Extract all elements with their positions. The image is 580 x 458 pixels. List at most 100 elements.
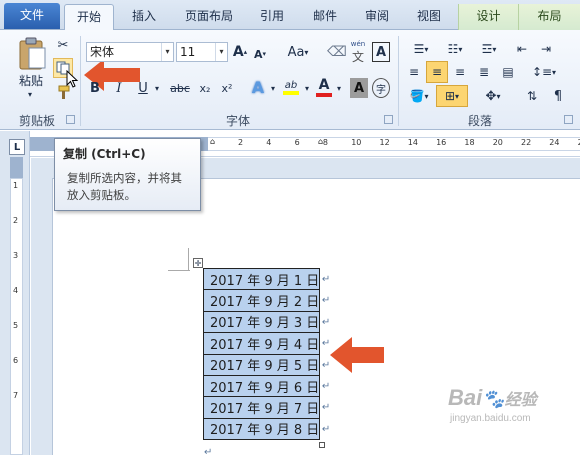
paste-button[interactable] bbox=[14, 34, 50, 72]
ruler-number: 22 bbox=[521, 138, 532, 147]
decrease-indent-icon[interactable]: ⇤ bbox=[512, 40, 532, 58]
font-size-combo[interactable]: 11 ▾ bbox=[176, 42, 228, 62]
paste-dropdown-icon[interactable]: ▾ bbox=[18, 88, 42, 100]
tab-page-layout[interactable]: 页面布局 bbox=[176, 4, 242, 30]
cut-icon[interactable]: ✂ bbox=[54, 36, 72, 54]
font-name-combo[interactable]: 宋体 ▾ bbox=[86, 42, 174, 62]
table-row[interactable]: 2017 年 9 月 6 日 ↵ bbox=[202, 374, 330, 398]
ribbon-tab-bar: 文件 开始 插入 页面布局 引用 邮件 审阅 视图 设计 布局 bbox=[0, 0, 580, 31]
change-case-icon[interactable]: Aa ▾ bbox=[286, 42, 310, 62]
font-launcher-icon[interactable] bbox=[384, 115, 393, 124]
ruler-number: 16 bbox=[436, 138, 447, 147]
char-border-icon[interactable]: A bbox=[372, 42, 390, 62]
ruler-number: 2 bbox=[238, 138, 244, 147]
table-row[interactable]: 2017 年 9 月 4 日 ↵ bbox=[202, 332, 330, 355]
tab-insert[interactable]: 插入 bbox=[120, 4, 168, 30]
table-cell[interactable]: 2017 年 9 月 2 日 ↵ bbox=[202, 289, 330, 312]
text-effect-dropdown-icon[interactable]: ▾ bbox=[268, 78, 278, 98]
show-marks-icon[interactable]: ¶ bbox=[548, 86, 568, 106]
shrink-font-icon[interactable]: A ▾ bbox=[252, 44, 268, 64]
watermark-brand2: 经验 bbox=[504, 392, 537, 409]
highlight-dropdown-icon[interactable]: ▾ bbox=[302, 78, 312, 98]
table-row[interactable]: 2017 年 9 月 7 日 ↵ bbox=[202, 396, 330, 419]
tab-references[interactable]: 引用 bbox=[250, 4, 294, 30]
paragraph-mark-icon: ↵ bbox=[204, 447, 213, 458]
ribbon-body: 粘贴 ▾ ✂ 剪贴板 宋体 ▾ 11 ▾ A ▴ A ▾ Aa ▾ ⌫ wén 文 A B … bbox=[0, 30, 580, 130]
vertical-ruler-number: 5 bbox=[13, 321, 19, 330]
cell-end-mark-icon: ↵ bbox=[321, 316, 331, 328]
cell-text: 2017 年 9 月 1 日 bbox=[210, 273, 320, 289]
multilevel-list-button[interactable]: ☲ ▾ bbox=[474, 40, 504, 58]
underline-button[interactable]: U bbox=[134, 78, 152, 98]
chevron-down-icon[interactable]: ▾ bbox=[215, 43, 227, 61]
watermark-brand: Bai bbox=[448, 385, 483, 410]
mouse-cursor-icon bbox=[66, 70, 79, 88]
chevron-down-icon[interactable]: ▾ bbox=[161, 43, 173, 61]
table-row[interactable]: 2017 年 9 月 2 日 ↵ bbox=[202, 289, 330, 312]
tab-table-layout[interactable]: 布局 bbox=[518, 4, 580, 30]
table-row[interactable]: 2017 年 9 月 5 日 ↵ bbox=[202, 353, 330, 376]
font-color-dropdown-icon[interactable]: ▾ bbox=[334, 78, 344, 98]
table-row[interactable]: 2017 年 9 月 3 日 ↵ bbox=[202, 310, 330, 334]
paste-label[interactable]: 粘贴 bbox=[14, 72, 48, 88]
underline-dropdown-icon[interactable]: ▾ bbox=[152, 78, 162, 98]
clipboard-launcher-icon[interactable] bbox=[66, 115, 75, 124]
date-table[interactable]: 2017 年 9 月 1 日 ↵ 2017 年 9 月 2 日 ↵ 2017 年 9 月… bbox=[202, 267, 330, 441]
shading-button[interactable]: 🪣 ▾ bbox=[404, 86, 434, 106]
tab-view[interactable]: 视图 bbox=[407, 4, 451, 30]
table-move-handle-icon[interactable]: ✛ bbox=[193, 258, 203, 268]
font-color-button[interactable]: A bbox=[314, 76, 334, 98]
strikethrough-button[interactable]: abc bbox=[168, 78, 192, 98]
borders-button[interactable]: ⊞ ▾ bbox=[436, 85, 468, 107]
justify-icon[interactable]: ≣ bbox=[474, 62, 494, 82]
table-cell[interactable]: 2017 年 9 月 3 日 ↵ bbox=[202, 310, 330, 334]
line-spacing-icon[interactable]: ↕≡ ▾ bbox=[530, 62, 558, 82]
margin-marker bbox=[168, 270, 190, 271]
cell-text: 2017 年 9 月 4 日 bbox=[210, 337, 320, 353]
table-resize-handle-icon[interactable] bbox=[319, 442, 325, 448]
paragraph-launcher-icon[interactable] bbox=[564, 115, 573, 124]
table-row[interactable]: 2017 年 9 月 8 日 ↵ bbox=[202, 417, 330, 441]
tab-review[interactable]: 审阅 bbox=[355, 4, 399, 30]
clear-format-icon[interactable]: ⌫ bbox=[327, 42, 347, 62]
align-left-icon[interactable]: ≡ bbox=[404, 62, 424, 82]
italic-button[interactable]: I bbox=[110, 78, 128, 98]
grow-font-icon[interactable]: A ▴ bbox=[232, 42, 248, 62]
table-cell[interactable]: 2017 年 9 月 6 日 ↵ bbox=[202, 374, 330, 398]
numbering-button[interactable]: ☷ ▾ bbox=[440, 40, 470, 58]
superscript-button[interactable]: x² bbox=[218, 78, 236, 98]
char-shading-button[interactable]: A bbox=[350, 78, 368, 98]
text-effect-button[interactable]: A bbox=[248, 76, 268, 98]
sort-icon[interactable]: ⇅ bbox=[522, 86, 542, 106]
tab-selector-button[interactable]: L bbox=[9, 139, 25, 155]
bullets-button[interactable]: ☰ ▾ bbox=[406, 40, 436, 58]
tab-home[interactable]: 开始 bbox=[64, 4, 114, 31]
asian-layout-icon[interactable]: ✥ ▾ bbox=[478, 86, 508, 106]
table-cell[interactable]: 2017 年 9 月 5 日 ↵ bbox=[202, 353, 330, 376]
align-center-icon[interactable]: ≡ bbox=[426, 61, 448, 83]
tab-table-design[interactable]: 设计 bbox=[458, 4, 518, 30]
align-right-icon[interactable]: ≡ bbox=[450, 62, 470, 82]
tab-file[interactable]: 文件 bbox=[4, 3, 60, 29]
increase-indent-icon[interactable]: ⇥ bbox=[536, 40, 556, 58]
bold-button[interactable]: B bbox=[86, 78, 104, 98]
tooltip-line-1: 复制所选内容，并将其 bbox=[67, 171, 182, 185]
ruler-number: 14 bbox=[407, 138, 418, 147]
table-cell[interactable]: 2017 年 9 月 4 日 ↵ bbox=[202, 332, 330, 355]
table-cell[interactable]: 2017 年 9 月 8 日 ↵ bbox=[202, 417, 330, 441]
ruler-indent-marker-icon[interactable]: ⌂ bbox=[210, 137, 215, 146]
subscript-button[interactable]: x₂ bbox=[196, 78, 214, 98]
cell-end-mark-icon: ↵ bbox=[321, 402, 331, 414]
vertical-ruler[interactable]: 1 2 3 4 5 6 7 bbox=[10, 178, 23, 455]
table-cell[interactable]: 2017 年 9 月 7 日 ↵ bbox=[202, 396, 330, 419]
table-row[interactable]: 2017 年 9 月 1 日 ↵ bbox=[202, 267, 330, 291]
tab-mailings[interactable]: 邮件 bbox=[303, 4, 347, 30]
ruler-number: 24 bbox=[549, 138, 560, 147]
highlight-button[interactable]: ab bbox=[280, 76, 302, 98]
table-cell[interactable]: 2017 年 9 月 1 日 ↵ bbox=[202, 267, 330, 291]
group-separator bbox=[398, 36, 399, 126]
enclose-char-button[interactable]: 字 bbox=[372, 78, 390, 98]
distributed-icon[interactable]: ▤ bbox=[498, 62, 518, 82]
phonetic-guide-icon[interactable]: wén 文 bbox=[348, 40, 368, 64]
ruler-number: 18 bbox=[464, 138, 475, 147]
